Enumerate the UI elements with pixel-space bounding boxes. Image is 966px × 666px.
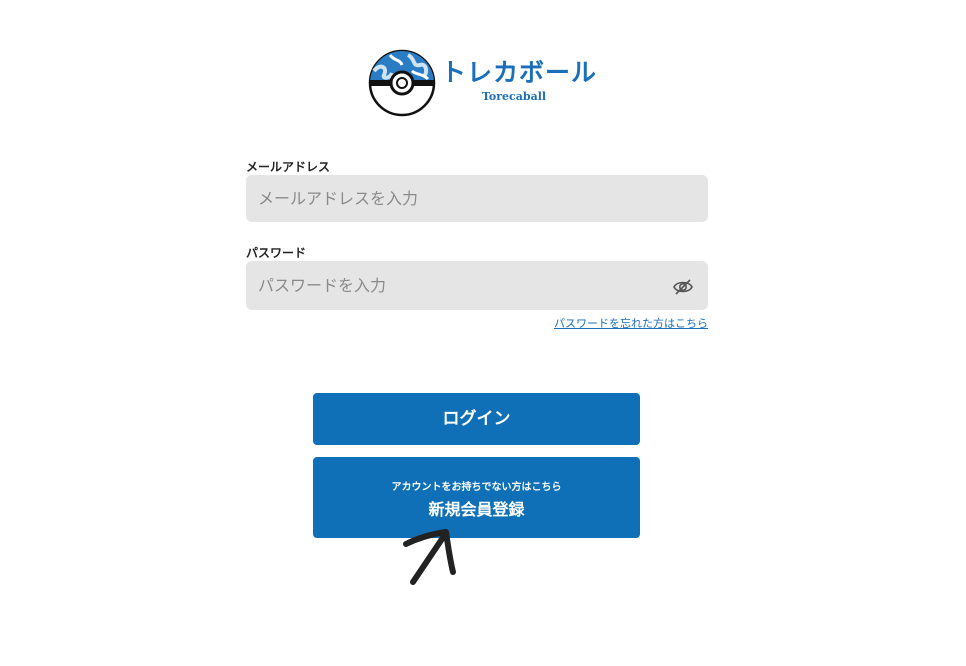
email-label: メールアドレス	[246, 160, 331, 174]
register-label: 新規会員登録	[428, 500, 525, 519]
forgot-password-link[interactable]: パスワードを忘れた方はこちら	[554, 315, 708, 331]
eye-off-icon[interactable]	[672, 278, 694, 296]
password-field-container	[246, 261, 708, 310]
email-field[interactable]	[246, 175, 708, 222]
register-button[interactable]: アカウントをお持ちでない方はこちら 新規会員登録	[313, 457, 640, 538]
login-button[interactable]: ログイン	[313, 393, 640, 445]
register-caption: アカウントをお持ちでない方はこちら	[391, 482, 562, 493]
brand-title: トレカボール	[441, 58, 598, 87]
pokeball-icon	[368, 49, 436, 117]
password-field[interactable]	[246, 261, 708, 310]
brand-logo[interactable]: トレカボール Torecaball	[368, 49, 598, 119]
email-field-container	[246, 175, 708, 222]
login-page: トレカボール Torecaball メールアドレス パスワード パスワードを忘れ…	[0, 0, 966, 666]
password-label: パスワード	[246, 246, 307, 260]
hand-drawn-arrow-icon	[403, 529, 456, 585]
brand-subtitle: Torecaball	[482, 90, 547, 103]
